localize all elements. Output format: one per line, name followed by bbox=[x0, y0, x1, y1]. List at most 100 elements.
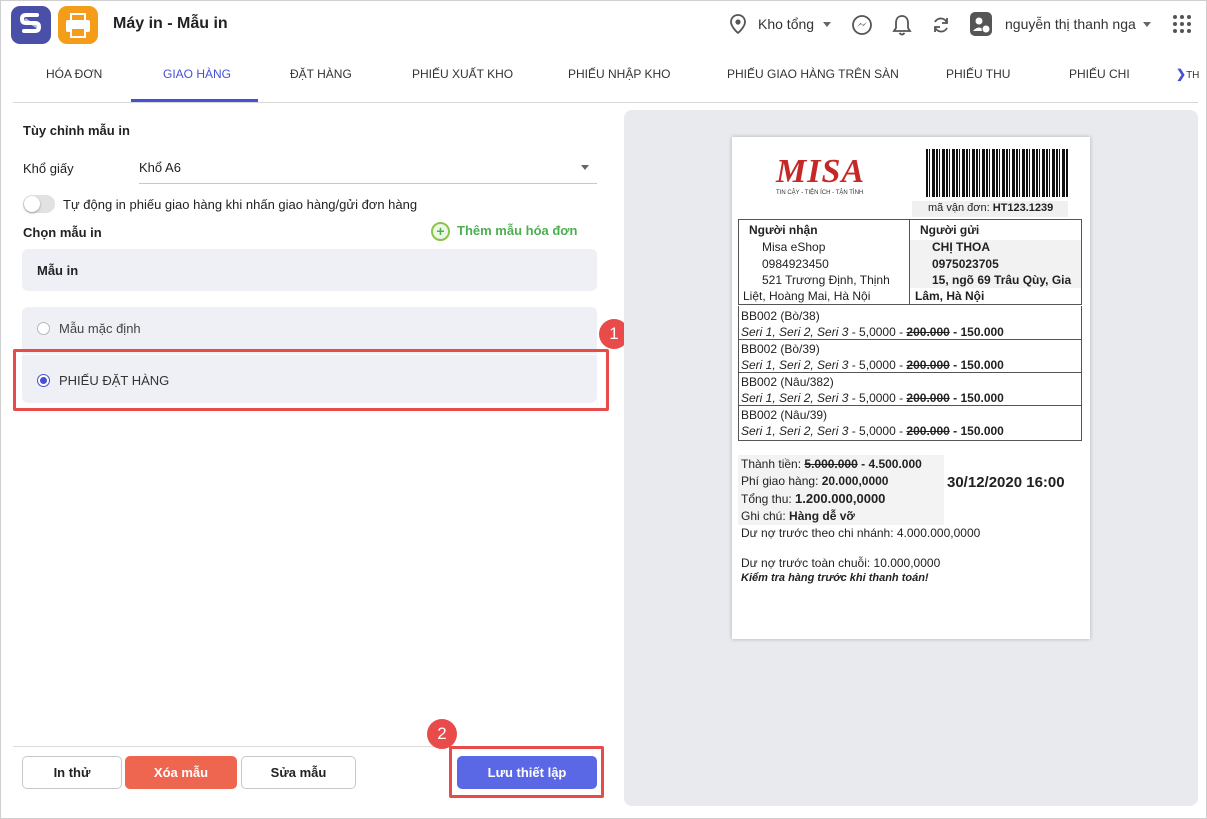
chevron-down-icon[interactable] bbox=[823, 22, 831, 27]
receiver-phone: 0984923450 bbox=[762, 257, 829, 271]
total-label: Tổng thu: bbox=[741, 492, 792, 506]
item-detail: Seri 1, Seri 2, Seri 3 - 5,0000 - 200.00… bbox=[741, 424, 1004, 438]
item-old-price: 200.000 bbox=[906, 325, 950, 339]
item-code: BB002 (Bò/39) bbox=[741, 342, 820, 356]
radio-default[interactable] bbox=[37, 322, 50, 335]
sender-address-1: 15, ngõ 69 Trâu Qùy, Gia bbox=[932, 273, 1072, 287]
item-qty: - 5,0000 - bbox=[848, 325, 907, 339]
tab-phieu-giao-hang-tren-san[interactable]: PHIẾU GIAO HÀNG TRÊN SÀN bbox=[727, 67, 899, 81]
warehouse-select[interactable]: Kho tổng bbox=[758, 16, 814, 32]
edit-template-button[interactable]: Sửa mẫu bbox=[241, 756, 356, 789]
settings-title: Tùy chỉnh mẫu in bbox=[23, 123, 130, 138]
item-detail: Seri 1, Seri 2, Seri 3 - 5,0000 - 200.00… bbox=[741, 325, 1004, 339]
chevron-down-icon[interactable] bbox=[1143, 22, 1151, 27]
tab-phieu-thu[interactable]: PHIẾU THU bbox=[946, 67, 1010, 81]
shipping-label: Phí giao hàng: bbox=[741, 474, 819, 488]
top-bar: Máy in - Mẫu in Kho tổng nguyễn thị than… bbox=[1, 1, 1207, 49]
check-note: Kiểm tra hàng trước khi thanh toán! bbox=[741, 572, 929, 584]
item-new-price: - 150.000 bbox=[949, 391, 1004, 405]
item-qty: - 5,0000 - bbox=[848, 424, 907, 438]
tracking-label: mã vận đơn: bbox=[928, 202, 990, 214]
tab-hoa-don[interactable]: HÓA ĐƠN bbox=[46, 67, 102, 81]
subtotal-old: 5.000.000 bbox=[804, 457, 858, 471]
user-menu[interactable]: nguyễn thị thanh nga bbox=[1005, 16, 1136, 32]
tab-scroll-right[interactable]: ❯TH bbox=[1176, 67, 1199, 81]
subtotal-new: - 4.500.000 bbox=[857, 457, 922, 471]
item-desc: Seri 1, Seri 2, Seri 3 bbox=[741, 358, 849, 372]
tab-giao-hang[interactable]: GIAO HÀNG bbox=[163, 67, 231, 81]
choose-template-label: Chọn mẫu in bbox=[23, 225, 102, 240]
template-default-label: Mẫu mặc định bbox=[59, 321, 141, 336]
messenger-icon[interactable] bbox=[851, 14, 873, 39]
tab-phieu-chi[interactable]: PHIẾU CHI bbox=[1069, 67, 1130, 81]
item-old-price: 200.000 bbox=[906, 358, 950, 372]
add-template-label: Thêm mẫu hóa đơn bbox=[457, 222, 578, 238]
add-template-button[interactable]: + Thêm mẫu hóa đơn bbox=[431, 222, 577, 241]
auto-print-toggle[interactable] bbox=[23, 195, 55, 213]
receiver-address-2: Liệt, Hoàng Mai, Hà Nội bbox=[743, 289, 871, 303]
paper-size-label: Khổ giấy bbox=[23, 161, 74, 176]
paper-size-select[interactable]: Khổ A6 bbox=[139, 153, 597, 184]
item-desc: Seri 1, Seri 2, Seri 3 bbox=[741, 325, 849, 339]
shipping-fee: Phí giao hàng: 20.000,0000 bbox=[741, 474, 888, 488]
plus-circle-icon: + bbox=[431, 222, 450, 241]
row-divider bbox=[739, 372, 1081, 373]
toggle-knob bbox=[24, 196, 40, 212]
receiver-name: Misa eShop bbox=[762, 240, 826, 254]
app-logo-icon[interactable] bbox=[11, 6, 51, 44]
misa-slogan: TIN CẬY - TIỆN ÍCH - TẬN TÌNH bbox=[776, 190, 864, 196]
debt-chain: Dư nợ trước toàn chuỗi: 10.000,0000 bbox=[741, 556, 941, 570]
tracking-code: mã vận đơn: HT123.1239 bbox=[928, 202, 1053, 214]
sender-phone: 0975023705 bbox=[932, 257, 999, 271]
item-new-price: - 150.000 bbox=[949, 325, 1004, 339]
page-title: Máy in - Mẫu in bbox=[113, 15, 228, 32]
item-qty: - 5,0000 - bbox=[848, 358, 907, 372]
location-pin-icon[interactable] bbox=[728, 13, 748, 38]
sender-name: CHỊ THOA bbox=[932, 240, 990, 254]
item-new-price: - 150.000 bbox=[949, 424, 1004, 438]
row-divider bbox=[739, 405, 1081, 406]
refresh-icon[interactable] bbox=[931, 15, 951, 38]
note-value: Hàng dễ vỡ bbox=[789, 509, 855, 523]
total-value: 1.200.000,0000 bbox=[795, 491, 886, 506]
item-old-price: 200.000 bbox=[906, 391, 950, 405]
item-old-price: 200.000 bbox=[906, 424, 950, 438]
receiver-address-1: 521 Trương Định, Thịnh bbox=[762, 273, 890, 287]
warehouse-label: Kho tổng bbox=[758, 16, 815, 32]
note: Ghi chú: Hàng dễ vỡ bbox=[741, 509, 855, 523]
debt-branch: Dư nợ trước theo chi nhánh: 4.000.000,00… bbox=[741, 526, 981, 540]
apps-grid-icon[interactable] bbox=[1173, 15, 1191, 36]
item-desc: Seri 1, Seri 2, Seri 3 bbox=[741, 424, 849, 438]
misa-logo: MISA bbox=[776, 153, 866, 190]
paper-size-value: Khổ A6 bbox=[139, 160, 181, 175]
item-qty: - 5,0000 - bbox=[848, 391, 907, 405]
tab-dat-hang[interactable]: ĐẶT HÀNG bbox=[290, 67, 352, 81]
receipt-preview: MISA TIN CẬY - TIỆN ÍCH - TẬN TÌNH mã vậ… bbox=[732, 137, 1090, 639]
highlight-box-2 bbox=[449, 746, 604, 798]
test-print-button[interactable]: In thử bbox=[22, 756, 122, 789]
item-desc: Seri 1, Seri 2, Seri 3 bbox=[741, 391, 849, 405]
tab-phieu-nhap-kho[interactable]: PHIẾU NHẬP KHO bbox=[568, 67, 670, 81]
tab-next-label: TH bbox=[1186, 70, 1200, 81]
receiver-label: Người nhận bbox=[749, 223, 818, 237]
template-list-header: Mẫu in bbox=[22, 249, 597, 291]
auto-print-label: Tự động in phiếu giao hàng khi nhấn giao… bbox=[63, 197, 418, 212]
item-new-price: - 150.000 bbox=[949, 358, 1004, 372]
active-tab-indicator bbox=[131, 99, 258, 102]
app-window: Máy in - Mẫu in Kho tổng nguyễn thị than… bbox=[0, 0, 1207, 819]
note-label: Ghi chú: bbox=[741, 509, 786, 523]
highlight-box-1 bbox=[13, 349, 609, 411]
tab-bar: HÓA ĐƠN GIAO HÀNG ĐẶT HÀNG PHIẾU XUẤT KH… bbox=[13, 53, 1199, 103]
avatar[interactable] bbox=[970, 12, 992, 36]
user-name: nguyễn thị thanh nga bbox=[1005, 16, 1136, 32]
delete-template-button[interactable]: Xóa mẫu bbox=[125, 756, 237, 789]
row-divider bbox=[739, 339, 1081, 340]
bell-icon[interactable] bbox=[891, 13, 913, 40]
tab-phieu-xuat-kho[interactable]: PHIẾU XUẤT KHO bbox=[412, 67, 513, 81]
item-code: BB002 (Nâu/39) bbox=[741, 408, 828, 422]
item-detail: Seri 1, Seri 2, Seri 3 - 5,0000 - 200.00… bbox=[741, 358, 1004, 372]
subtotal-label: Thành tiền: bbox=[741, 457, 802, 471]
printer-app-icon[interactable] bbox=[58, 6, 98, 44]
tracking-value: HT123.1239 bbox=[992, 202, 1054, 214]
template-header-label: Mẫu in bbox=[37, 263, 79, 278]
